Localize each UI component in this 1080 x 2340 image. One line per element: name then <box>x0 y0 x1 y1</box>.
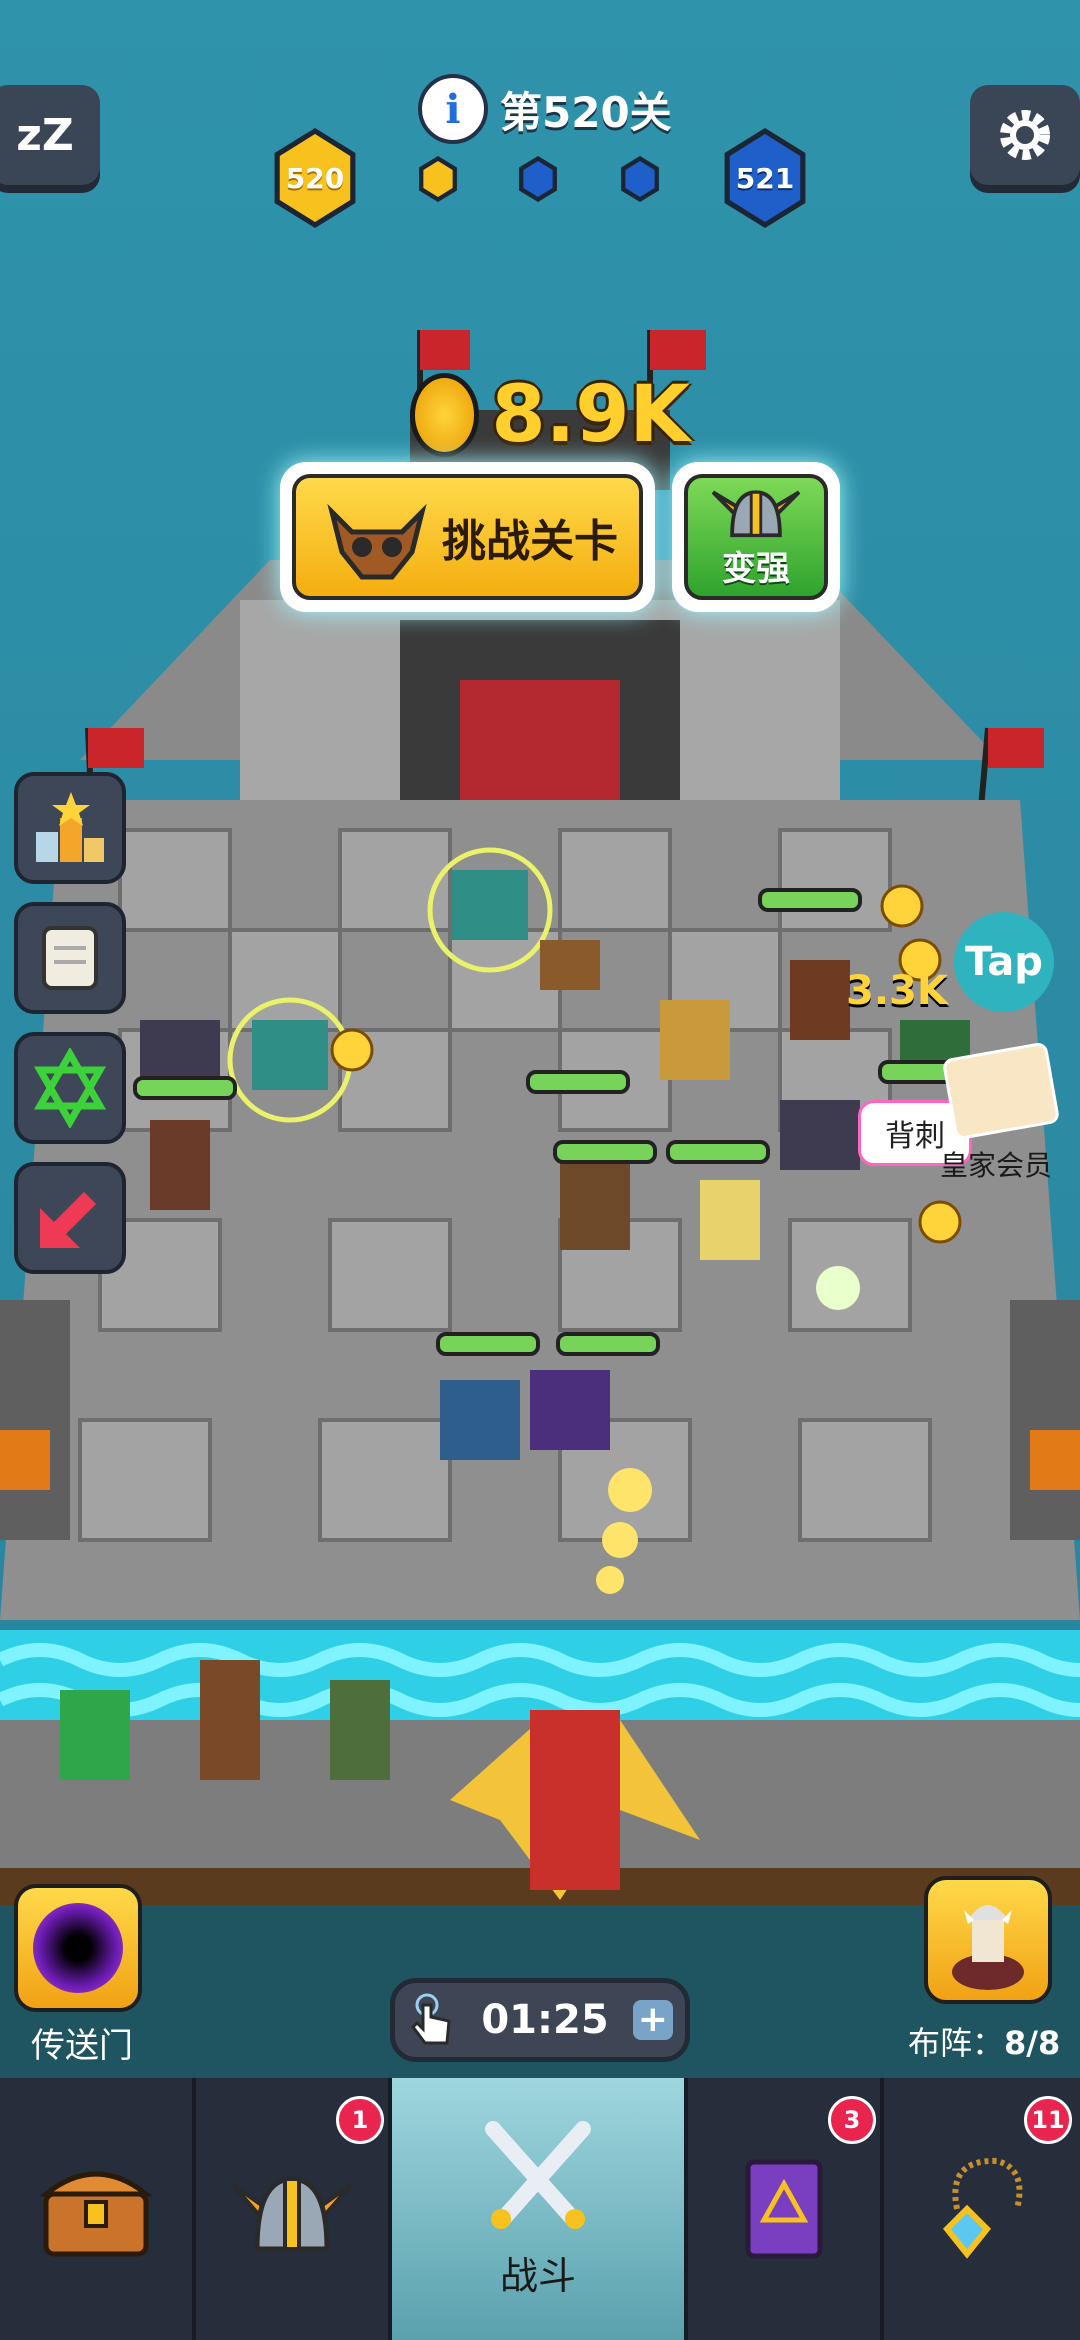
crossed-swords-icon <box>485 2120 591 2229</box>
challenge-level-button[interactable]: 挑战关卡 <box>292 474 643 600</box>
sleep-button[interactable]: zZ <box>0 85 100 185</box>
sleep-icon: zZ <box>16 109 74 161</box>
treasure-chest-icon <box>38 2171 154 2257</box>
skull-icon <box>327 503 427 580</box>
floating-coin-amount: 3.3K <box>846 968 948 1014</box>
tap-badge[interactable]: Tap <box>954 912 1054 1012</box>
hexagram-icon <box>33 1048 107 1128</box>
bottom-nav: 1 战斗 3 11 <box>0 2078 1080 2340</box>
leaderboard-button[interactable] <box>14 772 126 884</box>
formation-text: 布阵： <box>908 2024 1005 2062</box>
arrow-down-left-icon <box>40 1192 96 1248</box>
add-time-button[interactable]: + <box>632 2000 673 2040</box>
heroes-badge: 1 <box>336 2096 384 2144</box>
coin-value: 8.9K <box>491 370 690 460</box>
tap-hand-icon <box>411 1993 451 2045</box>
nav-amulet[interactable]: 11 <box>884 2078 1080 2340</box>
upgrade-button[interactable]: 变强 <box>684 474 828 600</box>
battle-timer[interactable]: 01:25 + <box>390 1978 690 2062</box>
nav-heroes[interactable]: 1 <box>196 2078 392 2340</box>
formation-count: 8/8 <box>1004 2024 1061 2062</box>
amulet-badge: 11 <box>1024 2096 1072 2144</box>
upgrade-label: 变强 <box>722 549 790 589</box>
amulet-icon <box>942 2157 1023 2259</box>
gear-icon <box>1000 110 1050 160</box>
quest-scroll-button[interactable] <box>14 902 126 1014</box>
viking-hero-icon <box>952 1905 1024 1990</box>
portal-button[interactable] <box>14 1884 142 2012</box>
spellbook-icon <box>745 2159 823 2259</box>
collapse-arrow-button[interactable] <box>14 1162 126 1274</box>
formation-label: 布阵：8/8 <box>908 2018 1060 2064</box>
game-board <box>0 330 1080 1620</box>
royal-member-label[interactable]: 皇家会员 <box>940 1144 1052 1184</box>
spellbook-badge: 3 <box>828 2096 876 2144</box>
nav-battle[interactable]: 战斗 <box>392 2078 688 2340</box>
player-units <box>60 1660 700 1900</box>
hexagram-button[interactable] <box>14 1032 126 1144</box>
formation-button[interactable] <box>924 1876 1052 2004</box>
scroll-icon <box>42 926 98 990</box>
info-icon[interactable]: i <box>418 74 488 144</box>
timer-value: 01:25 <box>481 1997 609 2043</box>
winged-helmet-nav-icon <box>230 2176 354 2252</box>
nav-chest[interactable] <box>0 2078 196 2340</box>
winged-helmet-icon <box>711 490 801 538</box>
settings-button[interactable] <box>970 85 1080 185</box>
level-title: 第520关 <box>500 87 672 137</box>
portal-label: 传送门 <box>31 2026 133 2066</box>
challenge-label: 挑战关卡 <box>442 516 618 567</box>
portal-icon <box>33 1903 123 1993</box>
podium-star-icon <box>36 792 104 862</box>
coin-icon <box>410 373 480 457</box>
level-info[interactable]: i 第520关 <box>418 74 718 144</box>
nav-spellbook[interactable]: 3 <box>688 2078 884 2340</box>
nav-battle-label: 战斗 <box>499 2253 576 2298</box>
coin-reward: 8.9K <box>410 370 690 460</box>
